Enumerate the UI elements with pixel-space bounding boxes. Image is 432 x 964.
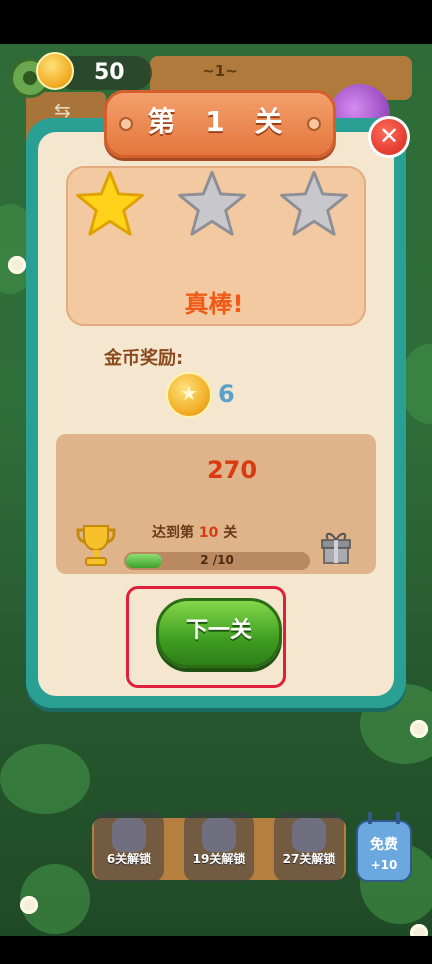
progress-text: 2 /10	[200, 553, 234, 567]
coin-icon: ★	[166, 372, 212, 418]
star-icon	[278, 168, 350, 240]
star-icon	[176, 168, 248, 240]
lock-icon	[202, 818, 236, 852]
star-icon	[74, 168, 146, 240]
lock-icon	[292, 818, 326, 852]
score-value: 270	[206, 456, 258, 484]
free-label: 免费	[370, 837, 398, 853]
goal-text: 达到第 10 关	[152, 522, 237, 542]
lock-label: 19关解锁	[192, 852, 246, 866]
goal-prefix: 达到第	[152, 525, 194, 541]
reward-value: 6	[218, 380, 235, 408]
free-bonus-button[interactable]: 免费 +10	[356, 812, 412, 882]
reward-label: 金币奖励:	[104, 348, 184, 369]
level-tag: ~1~	[202, 62, 238, 80]
gift-icon	[320, 528, 352, 564]
status-area	[0, 0, 432, 44]
nav-area	[0, 936, 432, 964]
praise-text: 真棒!	[184, 290, 244, 318]
dialog-title: 第 1 关	[147, 105, 293, 138]
coin-icon	[36, 52, 74, 90]
goal-level: 10	[198, 525, 219, 541]
coin-count: 50	[94, 60, 125, 85]
lock-slot[interactable]: 19关解锁	[184, 812, 254, 882]
lock-icon	[112, 818, 146, 852]
highlight-frame	[126, 586, 286, 688]
lock-slot[interactable]: 27关解锁	[274, 812, 344, 882]
goal-suffix: 关	[223, 525, 238, 541]
lock-slot[interactable]: 6关解锁	[94, 812, 164, 882]
lock-label: 27关解锁	[282, 852, 336, 866]
free-bonus: +10	[370, 858, 398, 872]
close-icon[interactable]: ✕	[368, 116, 410, 158]
lock-label: 6关解锁	[106, 852, 152, 866]
trophy-icon	[76, 522, 116, 568]
